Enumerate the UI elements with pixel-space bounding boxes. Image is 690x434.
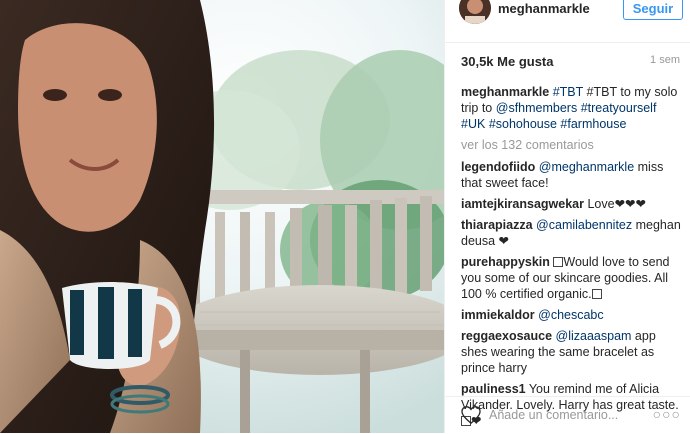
post-photo[interactable] [0, 0, 444, 433]
comment-username[interactable]: purehappyskin [461, 255, 550, 269]
comment-username[interactable]: pauliness1 [461, 382, 526, 396]
hashtag-sohohouse[interactable]: #sohohouse [489, 117, 557, 131]
comment-text: Love❤❤❤ [584, 197, 646, 211]
comment: immiekaldor @chescabc [461, 307, 683, 323]
comment: reggaexosauce @lizaaaspam app shes weari… [461, 328, 683, 376]
comment-username[interactable]: reggaexosauce [461, 329, 552, 343]
avatar[interactable] [459, 0, 491, 24]
username[interactable]: meghanmarkle [498, 1, 590, 16]
comment-username[interactable]: iamtejkiransagwekar [461, 197, 584, 211]
hashtag-tbt[interactable]: #TBT [553, 85, 583, 99]
avatar-image [459, 0, 491, 24]
hashtag-farmhouse[interactable]: #farmhouse [560, 117, 626, 131]
comment-mention[interactable]: @chescabc [538, 308, 604, 322]
comment-username[interactable]: thiarapiazza [461, 218, 533, 232]
comments-list: meghanmarkle #TBT #TBT to my solo trip t… [461, 84, 683, 434]
missing-glyph-icon [553, 257, 564, 267]
post-sidebar: meghanmarkle Seguir 30,5k Me gusta 1 sem… [444, 0, 690, 433]
follow-button[interactable]: Seguir [623, 0, 683, 20]
post-header: meghanmarkle Seguir [445, 0, 690, 43]
hashtag-uk[interactable]: #UK [461, 117, 485, 131]
mention-sfhmembers[interactable]: @sfhmembers [496, 101, 577, 115]
comment-mention[interactable]: @meghanmarkle [539, 160, 634, 174]
comment-username[interactable]: immiekaldor [461, 308, 535, 322]
add-comment-input[interactable]: Añade un comentario... [489, 408, 618, 422]
likes-count[interactable]: 30,5k Me gusta [461, 54, 554, 69]
hashtag-treatyourself[interactable]: #treatyourself [581, 101, 657, 115]
more-options-icon[interactable]: ○○○ [653, 406, 681, 422]
missing-glyph-icon [591, 289, 602, 299]
caption: meghanmarkle #TBT #TBT to my solo trip t… [461, 84, 683, 132]
comment-mention[interactable]: @lizaaaspam [556, 329, 632, 343]
comment: purehappyskin Would love to send you som… [461, 254, 683, 302]
comment-username[interactable]: legendofiido [461, 160, 535, 174]
heart-icon[interactable] [461, 406, 481, 429]
comment: thiarapiazza @camilabennitez meghan deus… [461, 217, 683, 249]
caption-username[interactable]: meghanmarkle [461, 85, 549, 99]
comment-mention[interactable]: @camilabennitez [536, 218, 632, 232]
comment: iamtejkiransagwekar Love❤❤❤ [461, 196, 683, 212]
photo-illustration [0, 0, 444, 433]
post-footer: Añade un comentario... ○○○ [445, 396, 690, 434]
view-all-comments[interactable]: ver los 132 comentarios [461, 137, 683, 153]
comment: legendofiido @meghanmarkle miss that swe… [461, 159, 683, 191]
instagram-post: meghanmarkle Seguir 30,5k Me gusta 1 sem… [0, 0, 690, 433]
post-age[interactable]: 1 sem [650, 54, 680, 66]
